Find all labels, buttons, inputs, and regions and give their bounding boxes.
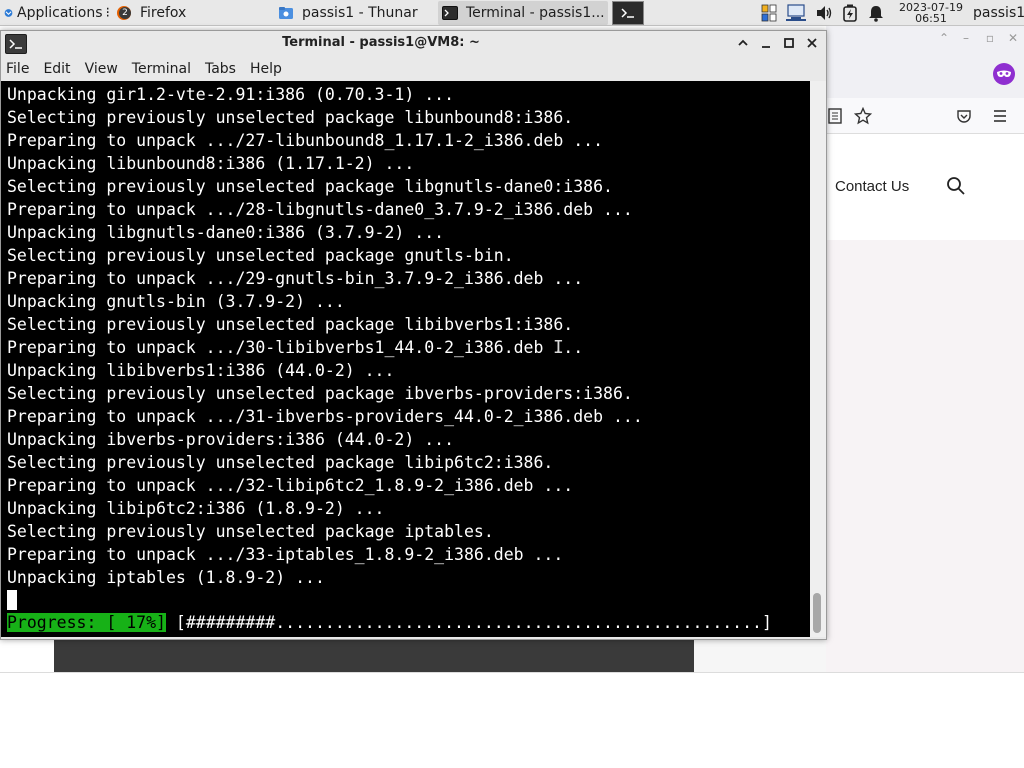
pocket-icon[interactable] bbox=[956, 108, 972, 124]
search-icon[interactable] bbox=[946, 176, 966, 196]
task-firefox[interactable]: 2 Firefox bbox=[112, 1, 272, 25]
terminal-line: Unpacking iptables (1.8.9-2) ... bbox=[7, 568, 325, 587]
terminal-line: Unpacking libgnutls-dane0:i386 (3.7.9-2)… bbox=[7, 223, 445, 242]
maximize-button[interactable] bbox=[780, 35, 798, 53]
shade-button[interactable] bbox=[734, 35, 752, 53]
contact-us-link[interactable]: Contact Us bbox=[835, 178, 909, 195]
terminal-lines: Unpacking gir1.2-vte-2.91:i386 (0.70.3-1… bbox=[7, 83, 643, 589]
firefox-minimize-button[interactable]: ⌃ bbox=[938, 32, 950, 44]
applications-label: Applications bbox=[17, 4, 103, 21]
terminal-line: Unpacking gir1.2-vte-2.91:i386 (0.70.3-1… bbox=[7, 85, 455, 104]
firefox-maximize-button[interactable]: ▫ bbox=[984, 32, 996, 44]
page-light-strip bbox=[694, 638, 826, 672]
terminal-output[interactable]: Unpacking gir1.2-vte-2.91:i386 (0.70.3-1… bbox=[1, 81, 810, 637]
task-thunar[interactable]: passis1 - Thunar bbox=[274, 1, 436, 25]
terminal-line: Unpacking libibverbs1:i386 (44.0-2) ... bbox=[7, 361, 395, 380]
terminal-menubar: File Edit View Terminal Tabs Help bbox=[1, 57, 826, 81]
page-dark-strip bbox=[54, 638, 694, 672]
menu-edit[interactable]: Edit bbox=[43, 61, 70, 77]
firefox-navbar bbox=[826, 98, 1024, 134]
volume-icon[interactable] bbox=[814, 3, 834, 23]
firefox-icon: 2 bbox=[116, 5, 132, 21]
private-browsing-icon[interactable] bbox=[992, 62, 1016, 86]
terminal-line: Unpacking libip6tc2:i386 (1.8.9-2) ... bbox=[7, 499, 385, 518]
terminal-prompt-icon bbox=[621, 8, 634, 18]
power-icon[interactable] bbox=[840, 3, 860, 23]
terminal-line: Preparing to unpack .../32-libip6tc2_1.8… bbox=[7, 476, 574, 495]
menu-file[interactable]: File bbox=[6, 61, 29, 77]
menu-terminal[interactable]: Terminal bbox=[132, 61, 191, 77]
minimize-button[interactable] bbox=[757, 35, 775, 53]
progress-label: Progress: [ 17%] bbox=[7, 613, 166, 632]
text-cursor-ibeam-icon: I bbox=[553, 337, 564, 358]
task-firefox-label: Firefox bbox=[140, 5, 187, 21]
terminal-line: Selecting previously unselected package … bbox=[7, 246, 514, 265]
site-hero-band bbox=[826, 240, 1024, 672]
firefox-titlebar: ⌃ – ▫ ✕ bbox=[826, 26, 1024, 50]
menu-tabs[interactable]: Tabs bbox=[205, 61, 236, 77]
firefox-minimize-button-2[interactable]: – bbox=[960, 32, 972, 44]
terminal-title: Terminal - passis1@VM8: ~ bbox=[282, 35, 480, 50]
progress-bar: [#########..............................… bbox=[175, 613, 772, 632]
applications-separator: ⁝ bbox=[105, 4, 110, 21]
menu-view[interactable]: View bbox=[85, 61, 118, 77]
terminal-line: Selecting previously unselected package … bbox=[7, 522, 494, 541]
terminal-line: Selecting previously unselected package … bbox=[7, 315, 574, 334]
terminal-line: Unpacking ibverbs-providers:i386 (44.0-2… bbox=[7, 430, 455, 449]
folder-icon bbox=[278, 5, 294, 21]
terminal-line: Selecting previously unselected package … bbox=[7, 384, 633, 403]
task-count-badge: 2 bbox=[119, 7, 131, 19]
clock-time: 06:51 bbox=[915, 12, 947, 25]
applications-menu[interactable]: Applications ⁝ bbox=[0, 0, 112, 26]
terminal-icon bbox=[442, 5, 458, 21]
page-footer-area bbox=[0, 672, 1024, 768]
workspace-terminal-thumbnail[interactable] bbox=[612, 1, 644, 25]
terminal-line: Preparing to unpack .../28-libgnutls-dan… bbox=[7, 200, 633, 219]
network-icon[interactable] bbox=[784, 3, 808, 23]
terminal-line: Preparing to unpack .../30-libibverbs1_4… bbox=[7, 338, 584, 357]
terminal-line: Preparing to unpack .../31-ibverbs-provi… bbox=[7, 407, 643, 426]
hamburger-menu-icon[interactable] bbox=[992, 109, 1008, 123]
menu-help[interactable]: Help bbox=[250, 61, 282, 77]
terminal-line: Preparing to unpack .../33-iptables_1.8.… bbox=[7, 545, 564, 564]
close-button[interactable] bbox=[803, 35, 821, 53]
user-menu[interactable]: passis1 bbox=[973, 0, 1024, 26]
terminal-line: Preparing to unpack .../29-gnutls-bin_3.… bbox=[7, 269, 584, 288]
terminal-line: Selecting previously unselected package … bbox=[7, 108, 574, 127]
panel-clock[interactable]: 2023-07-19 06:51 bbox=[896, 0, 966, 26]
firefox-close-button[interactable]: ✕ bbox=[1007, 32, 1019, 44]
terminal-line: Selecting previously unselected package … bbox=[7, 453, 554, 472]
bookmark-star-icon[interactable] bbox=[854, 107, 872, 125]
terminal-line: Selecting previously unselected package … bbox=[7, 177, 613, 196]
top-panel: Applications ⁝ 2 Firefox passis1 - Thuna… bbox=[0, 0, 1024, 26]
task-terminal[interactable]: Terminal - passis1... bbox=[438, 1, 608, 25]
reader-view-icon[interactable] bbox=[828, 108, 842, 124]
task-terminal-label: Terminal - passis1... bbox=[466, 5, 605, 21]
clipboard-icon[interactable] bbox=[758, 3, 780, 23]
apt-progress-row: Progress: [ 17%] [#########.............… bbox=[7, 611, 772, 634]
task-thunar-label: passis1 - Thunar bbox=[302, 5, 418, 21]
terminal-line: Unpacking libunbound8:i386 (1.17.1-2) ..… bbox=[7, 154, 415, 173]
terminal-titlebar[interactable]: Terminal - passis1@VM8: ~ bbox=[1, 31, 826, 57]
notifications-icon[interactable] bbox=[866, 3, 886, 23]
terminal-line: Unpacking gnutls-bin (3.7.9-2) ... bbox=[7, 292, 345, 311]
terminal-window: Terminal - passis1@VM8: ~ File Edit View… bbox=[0, 30, 827, 640]
xfce-logo-icon bbox=[4, 8, 13, 17]
terminal-cursor bbox=[7, 590, 17, 610]
scrollbar-thumb[interactable] bbox=[813, 593, 821, 633]
terminal-scrollbar[interactable] bbox=[810, 81, 826, 637]
terminal-line: Preparing to unpack .../27-libunbound8_1… bbox=[7, 131, 604, 150]
